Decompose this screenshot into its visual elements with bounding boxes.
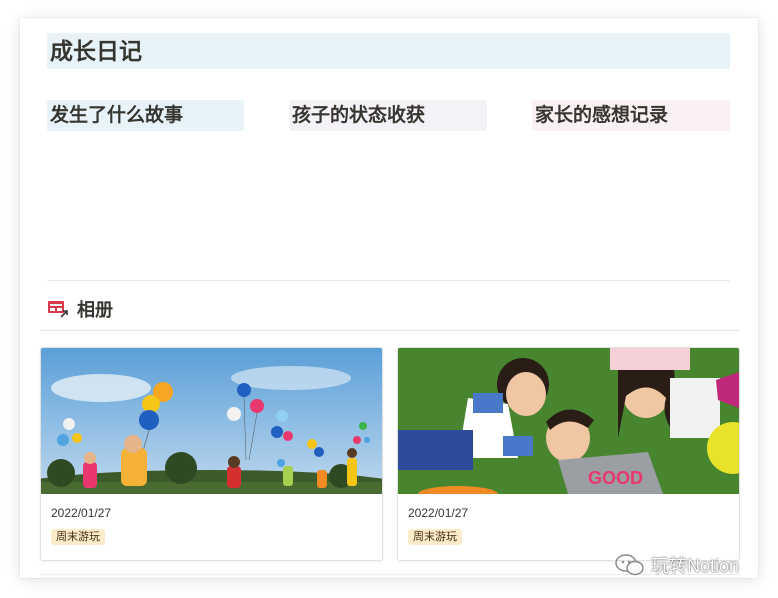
card-tag: 周末游玩 [51, 529, 105, 545]
svg-text:GOOD: GOOD [588, 468, 643, 488]
card-date: 2022/01/27 [408, 506, 469, 520]
column-heading-child-status[interactable]: 孩子的状态收获 [289, 100, 487, 131]
page-title-block[interactable]: 成长日记 [47, 33, 730, 69]
card-tag: 周末游玩 [408, 529, 462, 545]
column-heading-text: 孩子的状态收获 [292, 105, 426, 126]
notion-page: 成长日记 发生了什么故事 孩子的状态收获 家长的感想记录 相册 2022/01/… [20, 18, 758, 578]
divider [47, 280, 730, 281]
gallery-header[interactable]: 相册 [47, 294, 113, 324]
gallery-card[interactable]: GOOD 2022/01/27 周末游玩 [397, 347, 740, 561]
column-heading-text: 发生了什么故事 [50, 105, 184, 126]
column-heading-story[interactable]: 发生了什么故事 [47, 100, 244, 131]
page-title: 成长日记 [50, 38, 142, 64]
wechat-icon [615, 554, 644, 576]
gallery-card[interactable]: 2022/01/27 周末游玩 [40, 347, 383, 561]
column-heading-parent-notes[interactable]: 家长的感想记录 [532, 100, 730, 131]
watermark-text: 玩转Notion [651, 556, 740, 576]
gallery-view-icon [48, 301, 68, 318]
gallery-title: 相册 [77, 300, 113, 320]
children-with-balloons-photo [41, 348, 382, 494]
kids-lying-on-grass-photo: GOOD [398, 348, 739, 494]
card-date: 2022/01/27 [51, 506, 112, 520]
column-heading-text: 家长的感想记录 [535, 105, 669, 126]
gallery-divider [40, 330, 740, 331]
wechat-watermark: 玩转Notion [615, 552, 739, 578]
